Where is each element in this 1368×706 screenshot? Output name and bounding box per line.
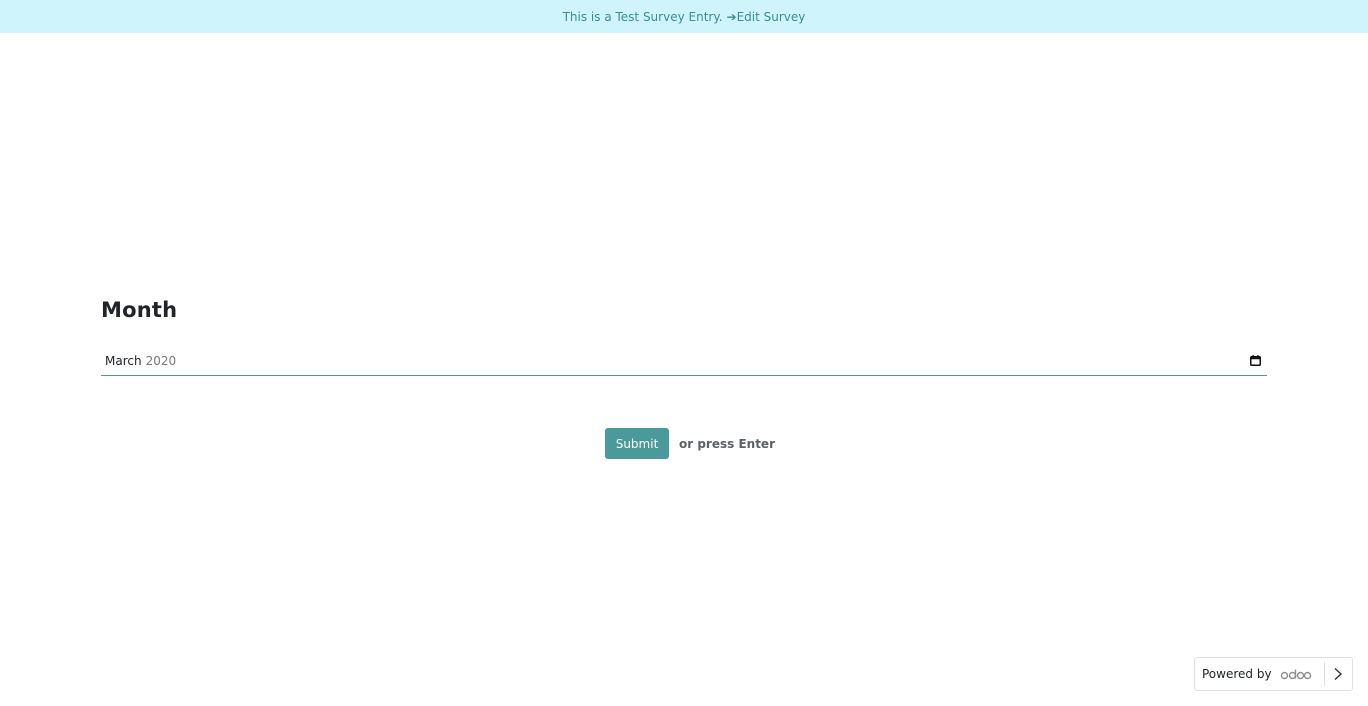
- badge-divider: [1324, 662, 1325, 686]
- month-input[interactable]: March 2020: [101, 346, 1267, 376]
- edit-survey-link[interactable]: Edit Survey: [737, 10, 806, 24]
- submit-button[interactable]: Submit: [605, 428, 669, 459]
- odoo-logo: [1280, 669, 1311, 680]
- powered-by-label: Powered by: [1202, 667, 1272, 681]
- test-survey-banner: This is a Test Survey Entry. ➔ Edit Surv…: [0, 0, 1368, 33]
- powered-by-badge[interactable]: Powered by: [1194, 657, 1353, 691]
- chevron-right-icon[interactable]: [1331, 667, 1345, 681]
- year-value[interactable]: 2020: [146, 354, 177, 368]
- press-enter-hint: or press Enter: [679, 436, 775, 451]
- question-title: Month: [101, 298, 178, 322]
- submit-row: Submit or press Enter: [605, 428, 775, 459]
- month-value[interactable]: March: [105, 354, 142, 368]
- arrow-right-icon: ➔: [726, 9, 737, 24]
- calendar-icon[interactable]: [1250, 355, 1261, 366]
- banner-text: This is a Test Survey Entry.: [562, 9, 723, 24]
